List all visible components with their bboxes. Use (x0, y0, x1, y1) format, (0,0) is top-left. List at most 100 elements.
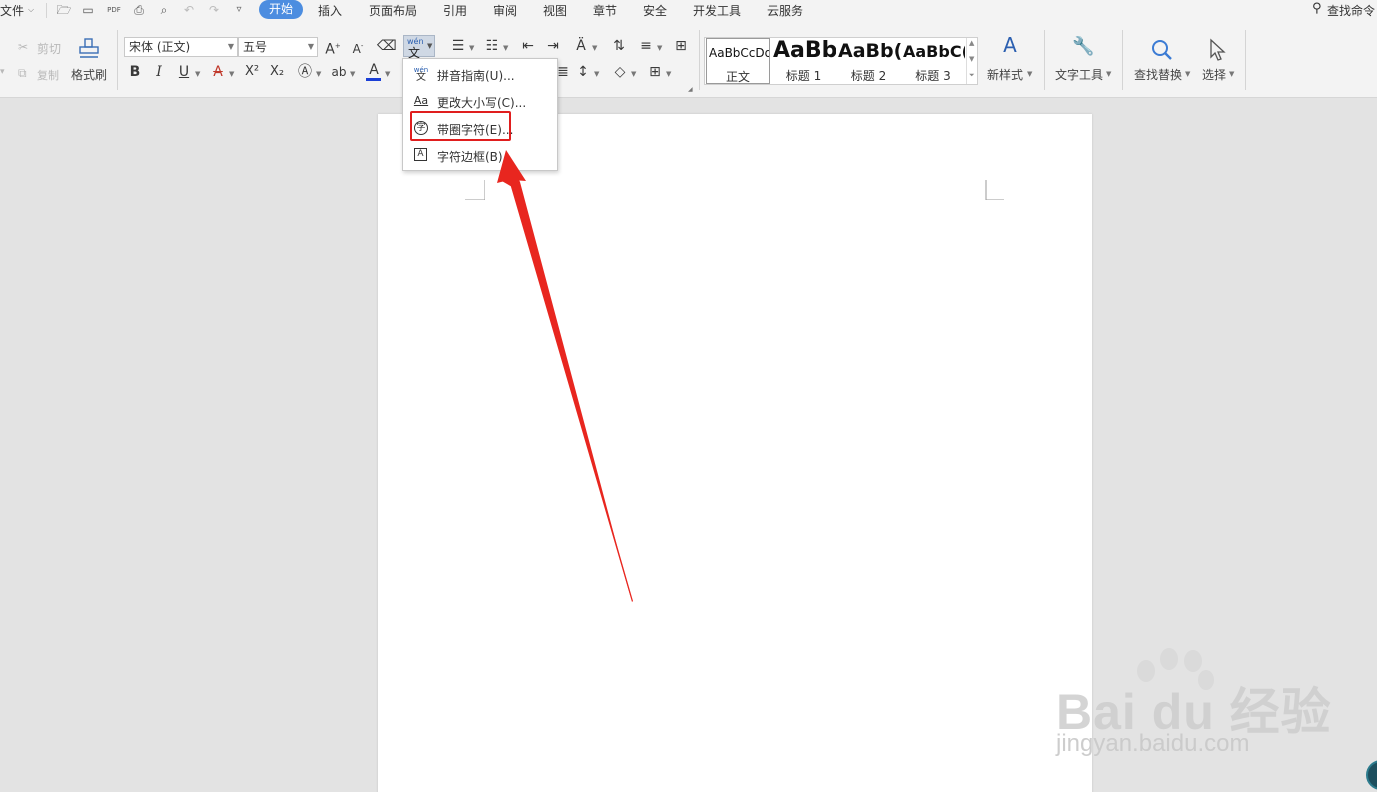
bullet-list-dropdown-icon[interactable]: ▼ (469, 44, 474, 52)
underline-dropdown-icon[interactable]: ▼ (195, 70, 200, 78)
style-preview: AaBb (773, 38, 836, 63)
clear-formatting-icon[interactable]: ⌫ (377, 38, 397, 54)
change-case-icon: Aa (413, 94, 429, 107)
tab-references[interactable]: 引用 (443, 2, 467, 19)
text-tools-button[interactable]: 文字工具 (1055, 66, 1103, 83)
scroll-down-icon[interactable]: ▼ (969, 55, 974, 63)
find-replace-button[interactable]: 查找替换 (1134, 66, 1182, 83)
find-replace-dropdown-icon[interactable]: ▼ (1185, 70, 1190, 78)
text-effect-dropdown-icon[interactable]: ▼ (316, 70, 321, 78)
font-color-dropdown-icon[interactable]: ▼ (385, 70, 390, 78)
character-spacing-dropdown-icon[interactable]: ▼ (592, 44, 597, 52)
file-menu-chevron-icon[interactable]: ⌵ (28, 5, 34, 15)
character-spacing-icon[interactable]: Ä (573, 38, 589, 54)
select-cursor-icon[interactable] (1208, 38, 1228, 62)
export-pdf-icon[interactable]: PDF (106, 2, 122, 18)
select-dropdown-icon[interactable]: ▼ (1229, 70, 1234, 78)
increase-font-size-icon[interactable]: A+ (325, 38, 341, 58)
numbered-list-dropdown-icon[interactable]: ▼ (503, 44, 508, 52)
text-tools-dropdown-icon[interactable]: ▼ (1106, 70, 1111, 78)
tab-page-layout[interactable]: 页面布局 (369, 2, 417, 19)
search-command[interactable]: 查找命令 (1327, 2, 1375, 19)
redo-icon[interactable]: ↷ (206, 2, 222, 18)
style-normal[interactable]: AaBbCcDd 正文 (706, 38, 770, 84)
find-replace-icon[interactable] (1150, 38, 1174, 62)
superscript-icon[interactable]: X² (244, 64, 260, 80)
copy-icon[interactable]: ⧉ (18, 66, 27, 81)
bullet-list-icon[interactable]: ☰ (450, 38, 466, 54)
line-numbers-dropdown-icon[interactable]: ▼ (657, 44, 662, 52)
tab-view[interactable]: 视图 (543, 2, 567, 19)
style-label: 标题 3 (915, 69, 951, 83)
underline-icon[interactable]: U (176, 64, 192, 80)
customize-toolbar-icon[interactable]: ▿ (231, 2, 247, 18)
sort-icon[interactable]: ⇅ (611, 38, 627, 54)
divider (1122, 30, 1123, 90)
divider (699, 30, 700, 90)
tab-security[interactable]: 安全 (643, 2, 667, 19)
tab-cloud-services[interactable]: 云服务 (767, 2, 803, 19)
open-folder-icon[interactable]: 🗁 (56, 2, 72, 18)
scroll-up-icon[interactable]: ▲ (969, 39, 974, 47)
tab-developer[interactable]: 开发工具 (693, 2, 741, 19)
highlight-dropdown-icon[interactable]: ▼ (350, 70, 355, 78)
floating-assistant-icon[interactable] (1366, 760, 1377, 790)
text-effect-icon[interactable]: Ⓐ (297, 64, 313, 80)
undo-icon[interactable]: ↶ (181, 2, 197, 18)
shading-dropdown-icon[interactable]: ▼ (631, 70, 636, 78)
numbered-list-icon[interactable]: ☷ (484, 38, 500, 54)
strikethrough-icon[interactable]: A (210, 64, 226, 80)
wrench-icon[interactable]: 🔧 (1072, 38, 1094, 56)
decrease-font-size-icon[interactable]: A- (350, 38, 366, 56)
strikethrough-dropdown-icon[interactable]: ▼ (229, 70, 234, 78)
tab-chapter[interactable]: 章节 (593, 2, 617, 19)
italic-icon[interactable]: I (151, 64, 167, 80)
font-family-select[interactable]: 宋体 (正文) ▼ (124, 37, 238, 57)
paste-dropdown-icon[interactable]: ▾ (0, 67, 5, 77)
paragraph-settings-icon[interactable]: ◢ (688, 86, 693, 93)
new-style-icon[interactable]: A (998, 35, 1022, 55)
increase-indent-icon[interactable]: ⇥ (545, 38, 561, 54)
print-icon[interactable]: ⎙ (131, 2, 147, 18)
style-label: 标题 1 (785, 69, 822, 83)
more-styles-icon[interactable]: ⏷ (969, 71, 975, 80)
copy-button[interactable]: 复制 (37, 67, 59, 83)
new-style-button[interactable]: 新样式 (987, 66, 1023, 83)
line-spacing-icon[interactable]: ↕ (575, 64, 591, 80)
watermark-url: jingyan.baidu.com (1056, 730, 1250, 757)
print-preview-icon[interactable]: ⌕ (156, 2, 172, 18)
borders-icon[interactable]: ⊞ (647, 64, 663, 80)
format-painter-button[interactable]: 格式刷 (71, 66, 107, 83)
show-marks-icon[interactable]: ⊞ (673, 38, 689, 54)
select-button[interactable]: 选择 (1202, 66, 1226, 83)
scissors-icon[interactable]: ✂ (18, 40, 28, 54)
file-menu[interactable]: 文件 (0, 2, 24, 19)
decrease-indent-icon[interactable]: ⇤ (520, 38, 536, 54)
subscript-icon[interactable]: X₂ (269, 64, 285, 80)
bold-icon[interactable]: B (127, 64, 143, 80)
document-page[interactable] (378, 114, 1092, 792)
highlight-icon[interactable]: ab (331, 64, 347, 80)
style-heading-3[interactable]: AaBbC( 标题 3 (901, 38, 965, 84)
pinyin-guide-button[interactable]: wén 文 ▼ (403, 35, 435, 60)
menu-item-pinyin-guide[interactable]: wén 文 拼音指南(U)... (403, 61, 557, 87)
line-spacing-dropdown-icon[interactable]: ▼ (594, 70, 599, 78)
tab-review[interactable]: 审阅 (493, 2, 517, 19)
shading-icon[interactable]: ◇ (612, 64, 628, 80)
tab-insert[interactable]: 插入 (318, 2, 342, 19)
style-heading-2[interactable]: AaBb( 标题 2 (836, 38, 901, 84)
search-icon[interactable]: ⚲ (1312, 1, 1322, 16)
divider (117, 30, 118, 90)
styles-scroll[interactable]: ▲ ▼ ⏷ (966, 38, 977, 84)
font-color-icon[interactable]: A (366, 62, 382, 78)
style-heading-1[interactable]: AaBb 标题 1 (771, 38, 836, 84)
save-icon[interactable]: ▭ (80, 2, 96, 18)
menu-item-character-border[interactable]: A 字符边框(B) (403, 142, 557, 168)
font-size-select[interactable]: 五号 ▼ (238, 37, 318, 57)
tab-home[interactable]: 开始 (259, 0, 303, 19)
new-style-dropdown-icon[interactable]: ▼ (1027, 70, 1032, 78)
line-numbers-icon[interactable]: ≡ (638, 38, 654, 54)
cut-button[interactable]: 剪切 (37, 40, 61, 57)
format-painter-icon[interactable] (78, 38, 100, 62)
borders-dropdown-icon[interactable]: ▼ (666, 70, 671, 78)
